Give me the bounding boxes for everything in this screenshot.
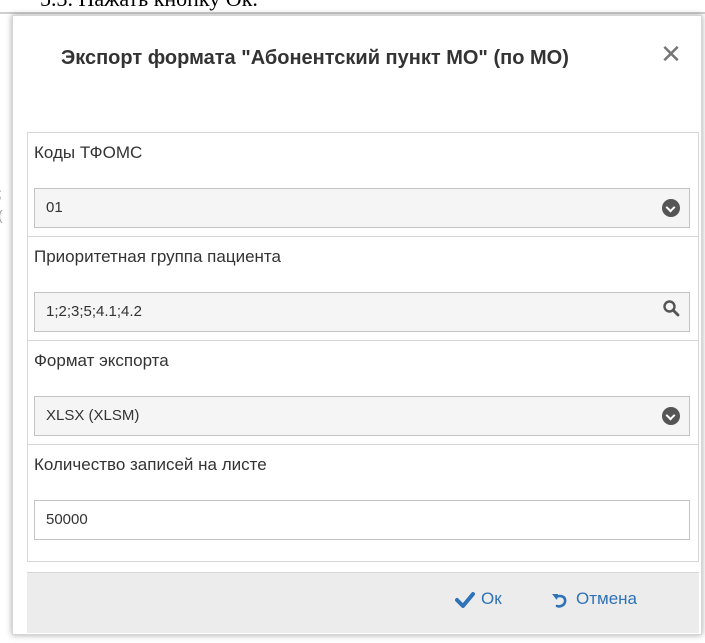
field-priority-group: Приоритетная группа пациента 1;2;3;5;4.1… <box>28 237 698 341</box>
chevron-down-icon[interactable] <box>662 199 680 217</box>
search-icon[interactable] <box>662 299 680 317</box>
field-value: 50000 <box>46 511 88 528</box>
priority-group-input[interactable]: 1;2;3;5;4.1;4.2 <box>34 292 690 332</box>
undo-icon <box>552 593 567 608</box>
field-export-format: Формат экспорта XLSX (XLSM) <box>28 341 698 445</box>
field-value: 01 <box>46 199 63 216</box>
dialog-header: Экспорт формата "Абонентский пункт МО" (… <box>13 16 701 132</box>
field-label: Количество записей на листе <box>34 455 267 474</box>
tfoms-codes-select[interactable]: 01 <box>34 188 690 228</box>
chevron-down-icon[interactable] <box>662 407 680 425</box>
field-value: 1;2;3;5;4.1;4.2 <box>46 303 142 320</box>
export-form: Коды ТФОМС 01 Приоритетная группа пациен… <box>27 132 699 562</box>
records-per-sheet-input[interactable]: 50000 <box>34 500 690 540</box>
background-divider <box>0 12 705 14</box>
export-format-select[interactable]: XLSX (XLSM) <box>34 396 690 436</box>
close-icon[interactable]: ✕ <box>659 41 683 67</box>
field-label: Приоритетная группа пациента <box>34 247 281 266</box>
check-icon <box>455 591 475 608</box>
ok-button[interactable]: Ок <box>455 589 502 609</box>
cancel-button[interactable]: Отмена <box>550 589 637 609</box>
field-tfoms-codes: Коды ТФОМС 01 <box>28 133 698 237</box>
field-value: XLSX (XLSM) <box>46 407 140 424</box>
ok-label: Ок <box>481 589 502 608</box>
cancel-label: Отмена <box>576 589 637 608</box>
field-label: Коды ТФОМС <box>34 143 143 162</box>
field-label: Формат экспорта <box>34 351 169 370</box>
dialog-title: Экспорт формата "Абонентский пункт МО" (… <box>61 47 569 69</box>
field-records-per-sheet: Количество записей на листе 50000 <box>28 445 698 561</box>
export-dialog: Экспорт формата "Абонентский пункт МО" (… <box>12 15 702 635</box>
document-instruction-text: 5.3. Нажать кнопку Ок. <box>40 0 258 12</box>
page: 5.3. Нажать кнопку Ок. ; ( Экспорт форма… <box>0 0 705 643</box>
dialog-footer: Ок Отмена <box>27 572 699 633</box>
background-left-edge: ; ( <box>0 185 8 305</box>
